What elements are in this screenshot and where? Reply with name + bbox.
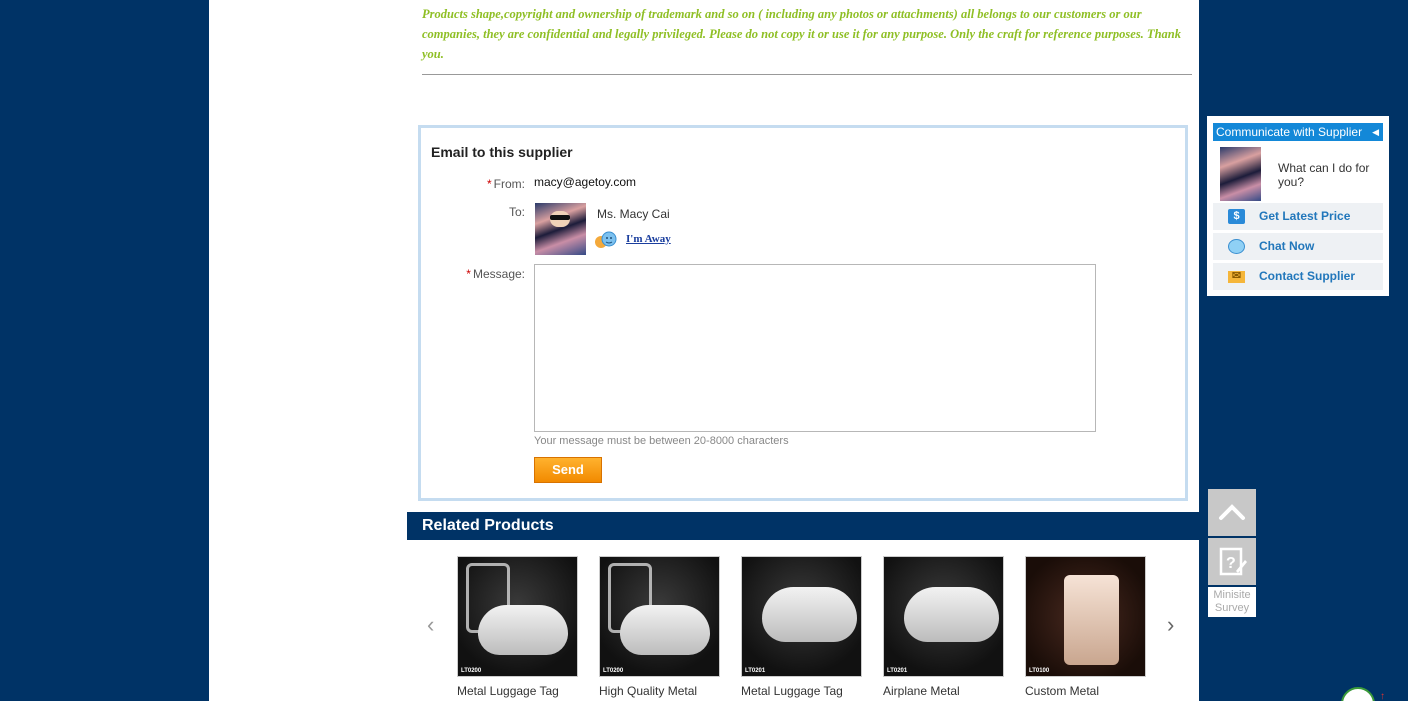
svg-text:?: ?	[1226, 555, 1236, 572]
product-card[interactable]: LT0200 Metal Luggage Tag	[457, 556, 578, 698]
collapse-caret-icon[interactable]: ◀	[1372, 123, 1379, 141]
envelope-icon: ✉	[1228, 271, 1245, 283]
communicate-header[interactable]: Communicate with Supplier ◀	[1213, 123, 1383, 141]
carousel-next-icon[interactable]: ›	[1167, 612, 1174, 638]
carousel-prev-icon[interactable]: ‹	[427, 612, 434, 638]
from-email: macy@agetoy.com	[534, 175, 636, 189]
message-label: * Message:	[466, 267, 525, 281]
message-hint: Your message must be between 20-8000 cha…	[534, 435, 789, 447]
main-content: Products shape,copyright and ownership o…	[209, 0, 1199, 701]
chevron-up-icon	[1219, 504, 1245, 520]
communicate-panel: Communicate with Supplier ◀ What can I do…	[1207, 116, 1389, 296]
supplier-name: Ms. Macy Cai	[597, 207, 670, 221]
email-supplier-form: Email to this supplier * From: macy@ageto…	[418, 125, 1188, 501]
supplier-avatar	[535, 203, 586, 255]
help-question: What can I do for you?	[1278, 161, 1370, 189]
product-name[interactable]: Metal Luggage Tag	[741, 684, 862, 698]
product-code: LT0200	[603, 668, 624, 674]
required-mark: *	[466, 267, 471, 281]
divider	[422, 74, 1192, 75]
related-products-header: Related Products	[407, 512, 1199, 540]
survey-label[interactable]: Minisite Survey	[1208, 587, 1256, 617]
product-code: LT0201	[745, 668, 766, 674]
product-code: LT0100	[1029, 668, 1050, 674]
product-image[interactable]: LT0100	[1025, 556, 1146, 677]
product-image[interactable]: LT0200	[599, 556, 720, 677]
status-widget-icon: ↑	[1341, 687, 1385, 701]
copyright-notice: Products shape,copyright and ownership o…	[422, 7, 1181, 61]
from-label: * From:	[486, 177, 525, 191]
dollar-tag-icon: $	[1228, 209, 1245, 224]
contact-supplier-button[interactable]: ✉ Contact Supplier	[1213, 263, 1383, 290]
product-card[interactable]: LT0201 Metal Luggage Tag	[741, 556, 862, 698]
product-name[interactable]: Airplane Metal	[883, 684, 1004, 698]
away-status-link[interactable]: I'm Away	[626, 233, 671, 245]
product-name[interactable]: Metal Luggage Tag	[457, 684, 578, 698]
send-button[interactable]: Send	[534, 457, 602, 483]
product-card[interactable]: LT0100 Custom Metal	[1025, 556, 1146, 698]
product-card[interactable]: LT0200 High Quality Metal	[599, 556, 720, 698]
svg-text:↑: ↑	[1380, 691, 1385, 701]
product-code: LT0200	[461, 668, 482, 674]
product-image[interactable]: LT0200	[457, 556, 578, 677]
to-label: To:	[508, 205, 525, 219]
away-status-icon	[595, 231, 617, 248]
product-code: LT0201	[887, 668, 908, 674]
message-textarea[interactable]	[534, 264, 1096, 432]
get-latest-price-button[interactable]: $ Get Latest Price	[1213, 203, 1383, 230]
survey-button[interactable]: ?	[1208, 538, 1256, 585]
back-to-top-button[interactable]	[1208, 489, 1256, 536]
survey-edit-icon: ?	[1219, 547, 1247, 576]
supplier-avatar	[1220, 147, 1261, 201]
product-name[interactable]: High Quality Metal	[599, 684, 720, 698]
chat-now-button[interactable]: Chat Now	[1213, 233, 1383, 260]
form-title: Email to this supplier	[431, 144, 573, 160]
product-card[interactable]: LT0201 Airplane Metal	[883, 556, 1004, 698]
product-name[interactable]: Custom Metal	[1025, 684, 1146, 698]
required-mark: *	[486, 177, 492, 191]
product-image[interactable]: LT0201	[883, 556, 1004, 677]
product-image[interactable]: LT0201	[741, 556, 862, 677]
chat-face-icon	[1228, 239, 1245, 254]
